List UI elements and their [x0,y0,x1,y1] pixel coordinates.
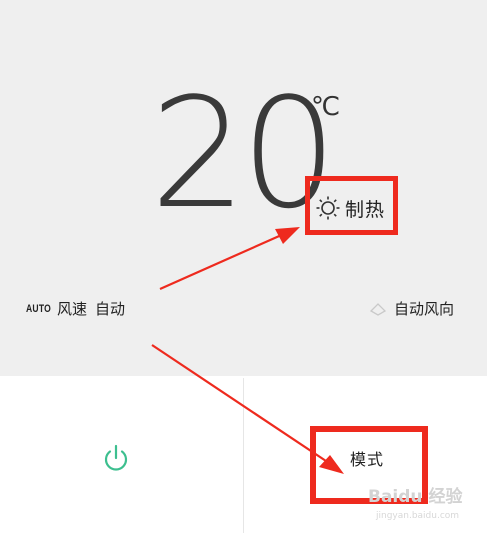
edge-strip [487,0,493,533]
fan-speed[interactable]: AUTO 风速 自动 [26,298,125,319]
watermark-brand: Baidu 经验 [368,487,463,507]
status-panel: 20 ℃ 制热 AUTO 风速 自动 自动风向 [0,0,487,376]
mode-highlight-box [305,176,398,235]
fan-direction[interactable]: 自动风向 [368,298,454,319]
auto-badge: AUTO [26,302,52,315]
fan-speed-value: 自动 [95,300,126,318]
fan-direction-label: 自动风向 [394,300,455,318]
power-icon [104,444,128,471]
controls-divider [243,378,244,533]
temperature-unit: ℃ [311,92,341,122]
mode-button[interactable]: 模式 [350,446,384,470]
power-button[interactable] [102,443,130,473]
diamond-outline-icon [369,302,387,316]
fan-speed-label: 风速 [57,300,88,318]
watermark-url: jingyan.baidu.com [376,511,460,521]
